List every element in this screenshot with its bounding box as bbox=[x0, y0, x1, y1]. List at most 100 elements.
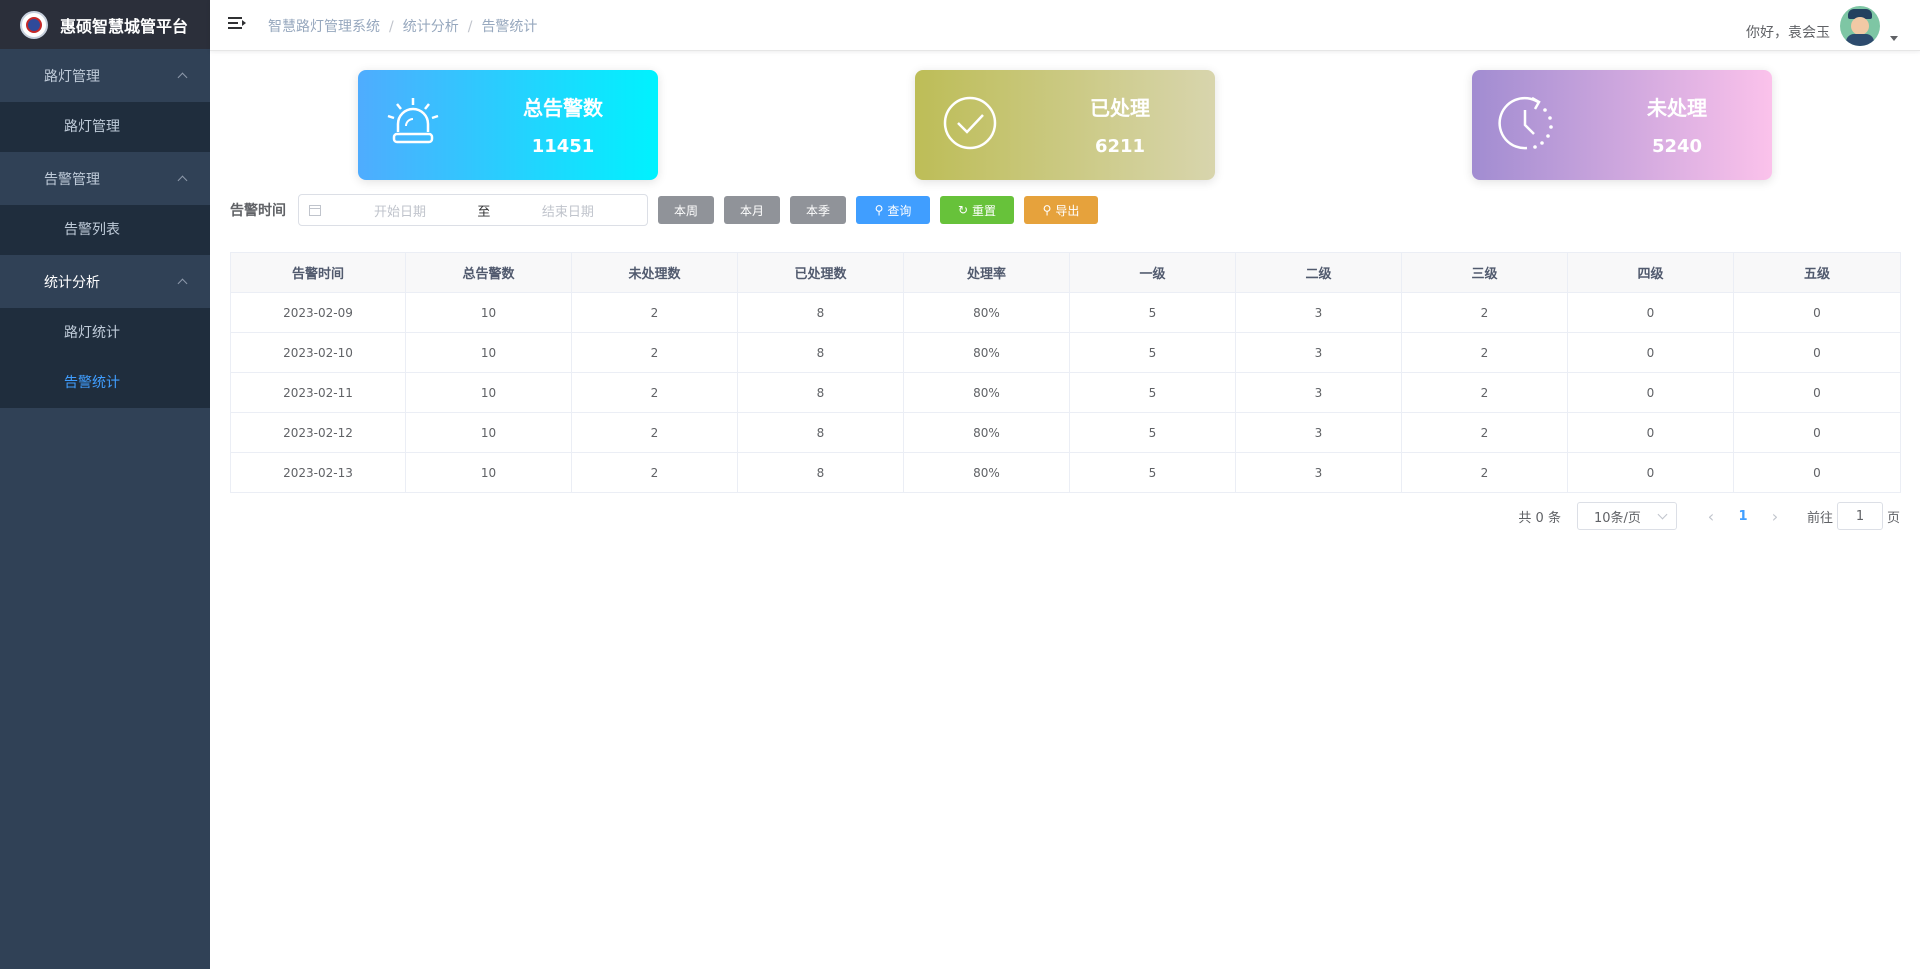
next-page-button[interactable]: › bbox=[1761, 502, 1789, 530]
sidebar-group-alarm[interactable]: 告警管理 bbox=[0, 152, 210, 205]
table-cell: 2 bbox=[1401, 372, 1568, 413]
chevron-down-icon bbox=[1657, 509, 1668, 520]
table-cell: 2 bbox=[571, 372, 738, 413]
export-button[interactable]: ⚲ 导出 bbox=[1024, 196, 1098, 224]
prev-page-button[interactable]: ‹ bbox=[1697, 502, 1725, 530]
query-label: 查询 bbox=[887, 203, 912, 218]
table-cell: 0 bbox=[1733, 372, 1901, 413]
stat-card-total-alarms: 总告警数 11451 bbox=[358, 70, 658, 180]
table-header-row: 告警时间 总告警数 未处理数 已处理数 处理率 一级 二级 三级 四级 五级 bbox=[230, 252, 1901, 293]
sidebar-item-streetlight-management[interactable]: 路灯管理 bbox=[0, 102, 210, 152]
table-cell: 5 bbox=[1069, 292, 1236, 333]
sidebar-group-label: 路灯管理 bbox=[44, 68, 100, 85]
table-cell: 10 bbox=[405, 292, 572, 333]
table-cell: 8 bbox=[737, 372, 904, 413]
this-week-button[interactable]: 本周 bbox=[658, 196, 714, 224]
table-cell: 2023-02-09 bbox=[230, 292, 406, 333]
table-cell: 0 bbox=[1567, 292, 1734, 333]
search-icon: ⚲ bbox=[1042, 203, 1052, 217]
column-header: 二级 bbox=[1235, 252, 1402, 293]
stat-value: 11451 bbox=[531, 136, 595, 157]
sidebar-item-alarm-list[interactable]: 告警列表 bbox=[0, 205, 210, 255]
column-header: 三级 bbox=[1401, 252, 1568, 293]
refresh-icon: ↻ bbox=[957, 203, 969, 217]
breadcrumb-item-statistics[interactable]: 统计分析 bbox=[403, 19, 459, 35]
table-cell: 10 bbox=[405, 412, 572, 453]
check-circle-icon bbox=[943, 96, 997, 150]
pagination: 共 0 条 10条/页 ‹ 1 › 前往 页 bbox=[1518, 502, 1900, 530]
table-cell: 2023-02-13 bbox=[230, 452, 406, 493]
goto-page-input[interactable] bbox=[1836, 502, 1883, 530]
pagination-total: 共 0 条 bbox=[1518, 510, 1561, 526]
table-cell: 5 bbox=[1069, 332, 1236, 373]
stat-card-unprocessed: 未处理 5240 bbox=[1472, 70, 1772, 180]
this-month-button[interactable]: 本月 bbox=[724, 196, 780, 224]
sidebar-item-alarm-stats[interactable]: 告警统计 bbox=[0, 358, 210, 408]
stat-value: 6211 bbox=[1094, 136, 1146, 157]
table-cell: 0 bbox=[1733, 452, 1901, 493]
query-button[interactable]: ⚲ 查询 bbox=[856, 196, 930, 224]
logo-icon bbox=[20, 10, 48, 39]
export-label: 导出 bbox=[1055, 203, 1080, 218]
table-cell: 0 bbox=[1733, 412, 1901, 453]
table-cell: 5 bbox=[1069, 412, 1236, 453]
column-header: 一级 bbox=[1069, 252, 1236, 293]
filter-label: 告警时间 bbox=[230, 203, 286, 219]
page-size-select[interactable]: 10条/页 bbox=[1576, 502, 1677, 530]
table-cell: 0 bbox=[1733, 292, 1901, 333]
table-cell: 8 bbox=[737, 292, 904, 333]
user-menu[interactable]: 你好，袁会玉 bbox=[1746, 6, 1898, 46]
table-cell: 2023-02-10 bbox=[230, 332, 406, 373]
page-number-current[interactable]: 1 bbox=[1725, 502, 1761, 530]
sidebar-group-label: 统计分析 bbox=[44, 274, 100, 291]
table-cell: 2 bbox=[571, 292, 738, 333]
table-cell: 80% bbox=[903, 292, 1070, 333]
table-cell: 10 bbox=[405, 332, 572, 373]
hamburger-icon[interactable] bbox=[228, 17, 246, 31]
chevron-up-icon bbox=[176, 173, 188, 185]
avatar[interactable] bbox=[1840, 6, 1880, 46]
table-cell: 2 bbox=[1401, 292, 1568, 333]
app-title: 惠硕智慧城管平台 bbox=[60, 16, 189, 36]
this-week-label: 本周 bbox=[673, 203, 698, 218]
table-cell: 3 bbox=[1235, 372, 1402, 413]
stat-label: 已处理 bbox=[1090, 96, 1150, 120]
filter-bar: 告警时间 开始日期 至 结束日期 本周 本月 本季 ⚲ 查询 ↻ 重置 ⚲ 导出 bbox=[230, 194, 1098, 226]
goto-page: 前往 页 bbox=[1807, 502, 1900, 530]
column-header: 未处理数 bbox=[571, 252, 738, 293]
table-cell: 2 bbox=[1401, 412, 1568, 453]
table-cell: 2023-02-11 bbox=[230, 372, 406, 413]
sidebar-group-label: 告警管理 bbox=[44, 171, 100, 188]
table-cell: 2 bbox=[1401, 332, 1568, 373]
sidebar-group-statistics[interactable]: 统计分析 bbox=[0, 255, 210, 308]
top-header: 智慧路灯管理系统 / 统计分析 / 告警统计 你好，袁会玉 bbox=[210, 0, 1920, 51]
breadcrumb: 智慧路灯管理系统 / 统计分析 / 告警统计 bbox=[268, 19, 538, 35]
start-date-input[interactable]: 开始日期 bbox=[331, 201, 469, 220]
alarm-stats-table: 告警时间 总告警数 未处理数 已处理数 处理率 一级 二级 三级 四级 五级 2… bbox=[230, 252, 1901, 493]
table-row: 2023-02-10 10 2 8 80% 5 3 2 0 0 bbox=[230, 332, 1901, 373]
table-cell: 3 bbox=[1235, 332, 1402, 373]
reset-button[interactable]: ↻ 重置 bbox=[940, 196, 1014, 224]
chevron-up-icon bbox=[176, 70, 188, 82]
clock-pending-icon bbox=[1498, 96, 1553, 150]
table-cell: 0 bbox=[1567, 452, 1734, 493]
table-cell: 3 bbox=[1235, 412, 1402, 453]
date-range-picker[interactable]: 开始日期 至 结束日期 bbox=[298, 194, 648, 226]
column-header: 告警时间 bbox=[230, 252, 406, 293]
table-cell: 0 bbox=[1567, 412, 1734, 453]
table-cell: 2 bbox=[571, 452, 738, 493]
table-cell: 3 bbox=[1235, 292, 1402, 333]
table-cell: 2023-02-12 bbox=[230, 412, 406, 453]
table-cell: 5 bbox=[1069, 372, 1236, 413]
caret-down-icon[interactable] bbox=[1890, 35, 1898, 41]
chevron-up-icon bbox=[176, 276, 188, 288]
stat-value: 5240 bbox=[1651, 136, 1703, 157]
sidebar-group-streetlight[interactable]: 路灯管理 bbox=[0, 49, 210, 102]
breadcrumb-item-alarm-stats: 告警统计 bbox=[481, 19, 538, 35]
sidebar-item-streetlight-stats[interactable]: 路灯统计 bbox=[0, 308, 210, 358]
brand: 惠硕智慧城管平台 bbox=[0, 0, 210, 49]
end-date-input[interactable]: 结束日期 bbox=[499, 201, 637, 220]
breadcrumb-item-system[interactable]: 智慧路灯管理系统 bbox=[268, 19, 380, 35]
this-quarter-button[interactable]: 本季 bbox=[790, 196, 846, 224]
table-cell: 10 bbox=[405, 452, 572, 493]
